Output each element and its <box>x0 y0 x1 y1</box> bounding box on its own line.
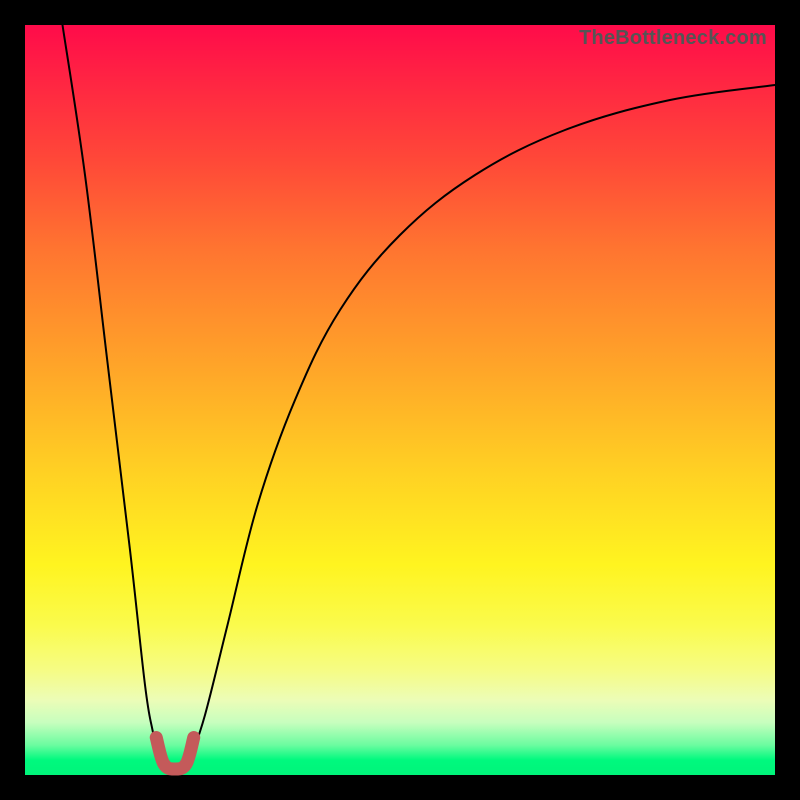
chart-svg <box>25 25 775 775</box>
curve-left <box>63 25 161 760</box>
valley-marker <box>156 738 194 770</box>
curve-right <box>190 85 775 760</box>
chart-frame: TheBottleneck.com <box>0 0 800 800</box>
plot-area: TheBottleneck.com <box>25 25 775 775</box>
attribution-label: TheBottleneck.com <box>579 27 767 50</box>
